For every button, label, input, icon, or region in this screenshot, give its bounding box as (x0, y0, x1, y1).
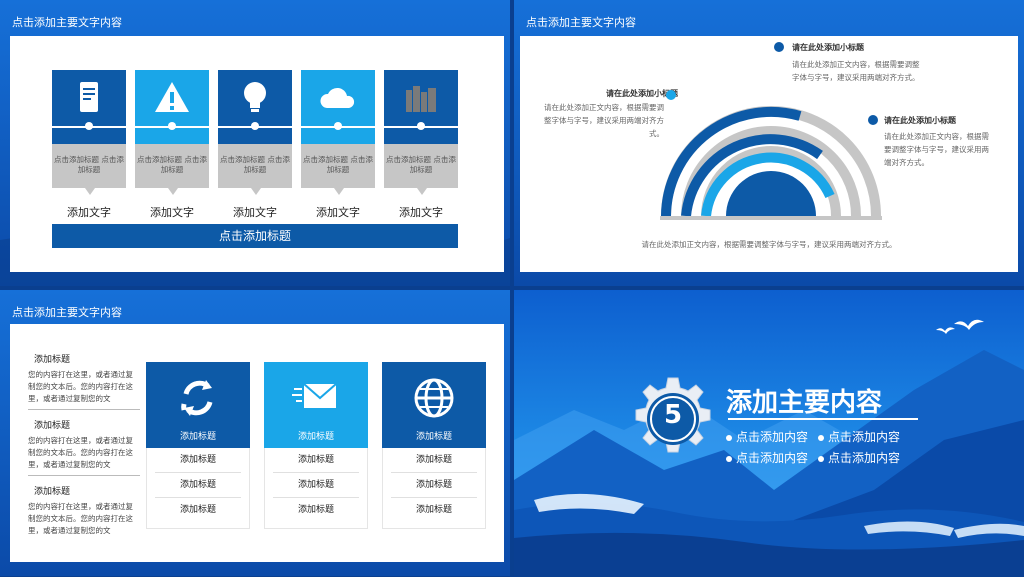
bullet-item[interactable]: 点击添加内容 (818, 428, 910, 445)
slide-3[interactable]: 点击添加主要文字内容 添加标题 您的内容打在这里，或者通过复制您的文本后。您的内容… (0, 290, 510, 576)
bullet-item[interactable]: 点击添加内容 (726, 449, 818, 466)
cloud-icon (301, 78, 375, 116)
recycle-icon (146, 376, 250, 424)
callout-heading[interactable]: 请在此处添加小标题 (884, 115, 956, 126)
card-header[interactable]: 添加标题 (264, 362, 368, 448)
block-text[interactable]: 您的内容打在这里，或者通过复制您的文本后。您的内容打在这里，或者通过复制您的文 (28, 435, 140, 471)
bullet-item[interactable]: 点击添加内容 (818, 449, 910, 466)
feature-card[interactable]: 添加标题 添加标题 添加标题 添加标题 (382, 362, 486, 529)
slide-2[interactable]: 点击添加主要文字内容 请在此处添加小标题 请在此处添加正文内容，根据需要调整字体… (514, 0, 1024, 286)
feature-caption[interactable]: 点击添加标题 点击添加标题 (135, 144, 209, 195)
document-icon (52, 78, 126, 116)
feature-caption[interactable]: 点击添加标题 点击添加标题 (52, 144, 126, 195)
feature-label[interactable]: 添加文字 (52, 204, 126, 220)
timeline-dot (334, 122, 342, 130)
marker-dot (868, 115, 878, 125)
slide-title[interactable]: 点击添加主要文字内容 (12, 14, 122, 30)
timeline-dot (85, 122, 93, 130)
bottom-title-bar[interactable]: 点击添加标题 (52, 224, 458, 248)
feature-column[interactable]: 点击添加标题 点击添加标题添加文字 (384, 70, 458, 220)
feature-card[interactable]: 添加标题 添加标题 添加标题 添加标题 (146, 362, 250, 529)
slide-title[interactable]: 点击添加主要文字内容 (526, 14, 636, 30)
section-number[interactable]: 5 (630, 400, 716, 430)
bullet-text: 点击添加内容 (828, 430, 901, 444)
text-block: 添加标题您的内容打在这里，或者通过复制您的文本后。您的内容打在这里，或者通过复制… (28, 352, 140, 410)
feature-column[interactable]: 点击添加标题 点击添加标题添加文字 (301, 70, 375, 220)
card-row[interactable]: 添加标题 (273, 498, 359, 522)
lightbulb-icon (218, 78, 292, 116)
feature-tile[interactable] (301, 70, 375, 144)
bullet-dot (818, 434, 824, 441)
marker-dot (774, 42, 784, 52)
timeline-dot (417, 122, 425, 130)
block-heading[interactable]: 添加标题 (34, 418, 140, 431)
bullet-text: 点击添加内容 (736, 430, 809, 444)
mail-icon (264, 376, 368, 420)
semicircle-progress-chart (660, 106, 882, 220)
block-text[interactable]: 您的内容打在这里，或者通过复制您的文本后。您的内容打在这里，或者通过复制您的文 (28, 369, 140, 405)
feature-label[interactable]: 添加文字 (218, 204, 292, 220)
feature-tile[interactable] (52, 70, 126, 144)
content-panel: 点击添加标题 点击添加标题 添加文字 点击添加标题 点击添加标题 添加文字 点击添加标题… (10, 36, 504, 272)
books-icon (384, 78, 458, 116)
card-row[interactable]: 添加标题 (155, 448, 241, 473)
slide-4[interactable]: 5 添加主要内容 点击添加内容 点击添加内容点击添加内容 点击添加内容 (514, 290, 1024, 576)
card-header[interactable]: 添加标题 (146, 362, 250, 448)
arc-core (726, 171, 816, 216)
bullet-text: 点击添加内容 (736, 451, 809, 465)
section-heading[interactable]: 添加主要内容 (726, 382, 882, 419)
callout-heading[interactable]: 请在此处添加小标题 (792, 42, 864, 53)
bullet-dot (726, 434, 732, 441)
text-block: 添加标题您的内容打在这里，或者通过复制您的文本后。您的内容打在这里，或者通过复制… (28, 484, 140, 541)
block-heading[interactable]: 添加标题 (34, 352, 140, 365)
feature-caption[interactable]: 点击添加标题 点击添加标题 (301, 144, 375, 195)
block-text[interactable]: 您的内容打在这里，或者通过复制您的文本后。您的内容打在这里，或者通过复制您的文 (28, 501, 140, 537)
feature-caption[interactable]: 点击添加标题 点击添加标题 (384, 144, 458, 195)
card-row[interactable]: 添加标题 (273, 448, 359, 473)
feature-card[interactable]: 添加标题 添加标题 添加标题 添加标题 (264, 362, 368, 529)
feature-caption[interactable]: 点击添加标题 点击添加标题 (218, 144, 292, 195)
feature-tile[interactable] (384, 70, 458, 144)
feature-column[interactable]: 点击添加标题 点击添加标题添加文字 (135, 70, 209, 220)
feature-label[interactable]: 添加文字 (384, 204, 458, 220)
bullet-dot (726, 455, 732, 462)
callout-heading[interactable]: 请在此处添加小标题 (540, 88, 680, 99)
bullet-item[interactable]: 点击添加内容 (726, 428, 818, 445)
card-row[interactable]: 添加标题 (391, 448, 477, 473)
slide-title[interactable]: 点击添加主要文字内容 (12, 304, 122, 320)
content-panel: 添加标题 您的内容打在这里，或者通过复制您的文本后。您的内容打在这里，或者通过复制… (10, 324, 504, 562)
card-row[interactable]: 添加标题 (155, 473, 241, 498)
bullet-text: 点击添加内容 (828, 451, 901, 465)
card-header[interactable]: 添加标题 (382, 362, 486, 448)
callout-left: 请在此处添加小标题 请在此处添加正文内容，根据需要调整字体与字号，建议采用两端对… (540, 88, 680, 140)
card-row[interactable]: 添加标题 (391, 498, 477, 522)
footer-text[interactable]: 请在此处添加正文内容，根据需要调整字体与字号，建议采用两端对齐方式。 (520, 238, 1018, 251)
marker-dot (666, 90, 676, 100)
card-row[interactable]: 添加标题 (273, 473, 359, 498)
callout-text[interactable]: 请在此处添加正文内容，根据需要调整字体与字号，建议采用两端对齐方式。 (540, 101, 664, 140)
block-heading[interactable]: 添加标题 (34, 484, 140, 497)
globe-icon (382, 376, 486, 424)
feature-column[interactable]: 点击添加标题 点击添加标题添加文字 (52, 70, 126, 220)
feature-tile[interactable] (218, 70, 292, 144)
card-title[interactable]: 添加标题 (264, 429, 368, 442)
timeline-dot (168, 122, 176, 130)
slide-1[interactable]: 点击添加主要文字内容 点击添加标题 点击添加标题 添加文字 点击添加标题 点击添加标… (0, 0, 510, 286)
timeline-dot (251, 122, 259, 130)
feature-column[interactable]: 点击添加标题 点击添加标题添加文字 (218, 70, 292, 220)
warning-icon (135, 78, 209, 116)
callout-text[interactable]: 请在此处添加正文内容，根据需要调整字体与字号，建议采用两端对齐方式。 (792, 58, 920, 84)
card-title[interactable]: 添加标题 (146, 429, 250, 442)
card-row[interactable]: 添加标题 (391, 473, 477, 498)
feature-label[interactable]: 添加文字 (301, 204, 375, 220)
bullet-dot (818, 455, 824, 462)
feature-tile[interactable] (135, 70, 209, 144)
heading-underline (728, 418, 918, 420)
feature-label[interactable]: 添加文字 (135, 204, 209, 220)
content-panel: 请在此处添加小标题 请在此处添加正文内容，根据需要调整字体与字号，建议采用两端对… (520, 36, 1018, 272)
text-block: 添加标题您的内容打在这里，或者通过复制您的文本后。您的内容打在这里，或者通过复制… (28, 418, 140, 476)
card-title[interactable]: 添加标题 (382, 429, 486, 442)
card-row[interactable]: 添加标题 (155, 498, 241, 522)
callout-text[interactable]: 请在此处添加正文内容，根据需要调整字体与字号，建议采用两端对齐方式。 (884, 130, 996, 169)
